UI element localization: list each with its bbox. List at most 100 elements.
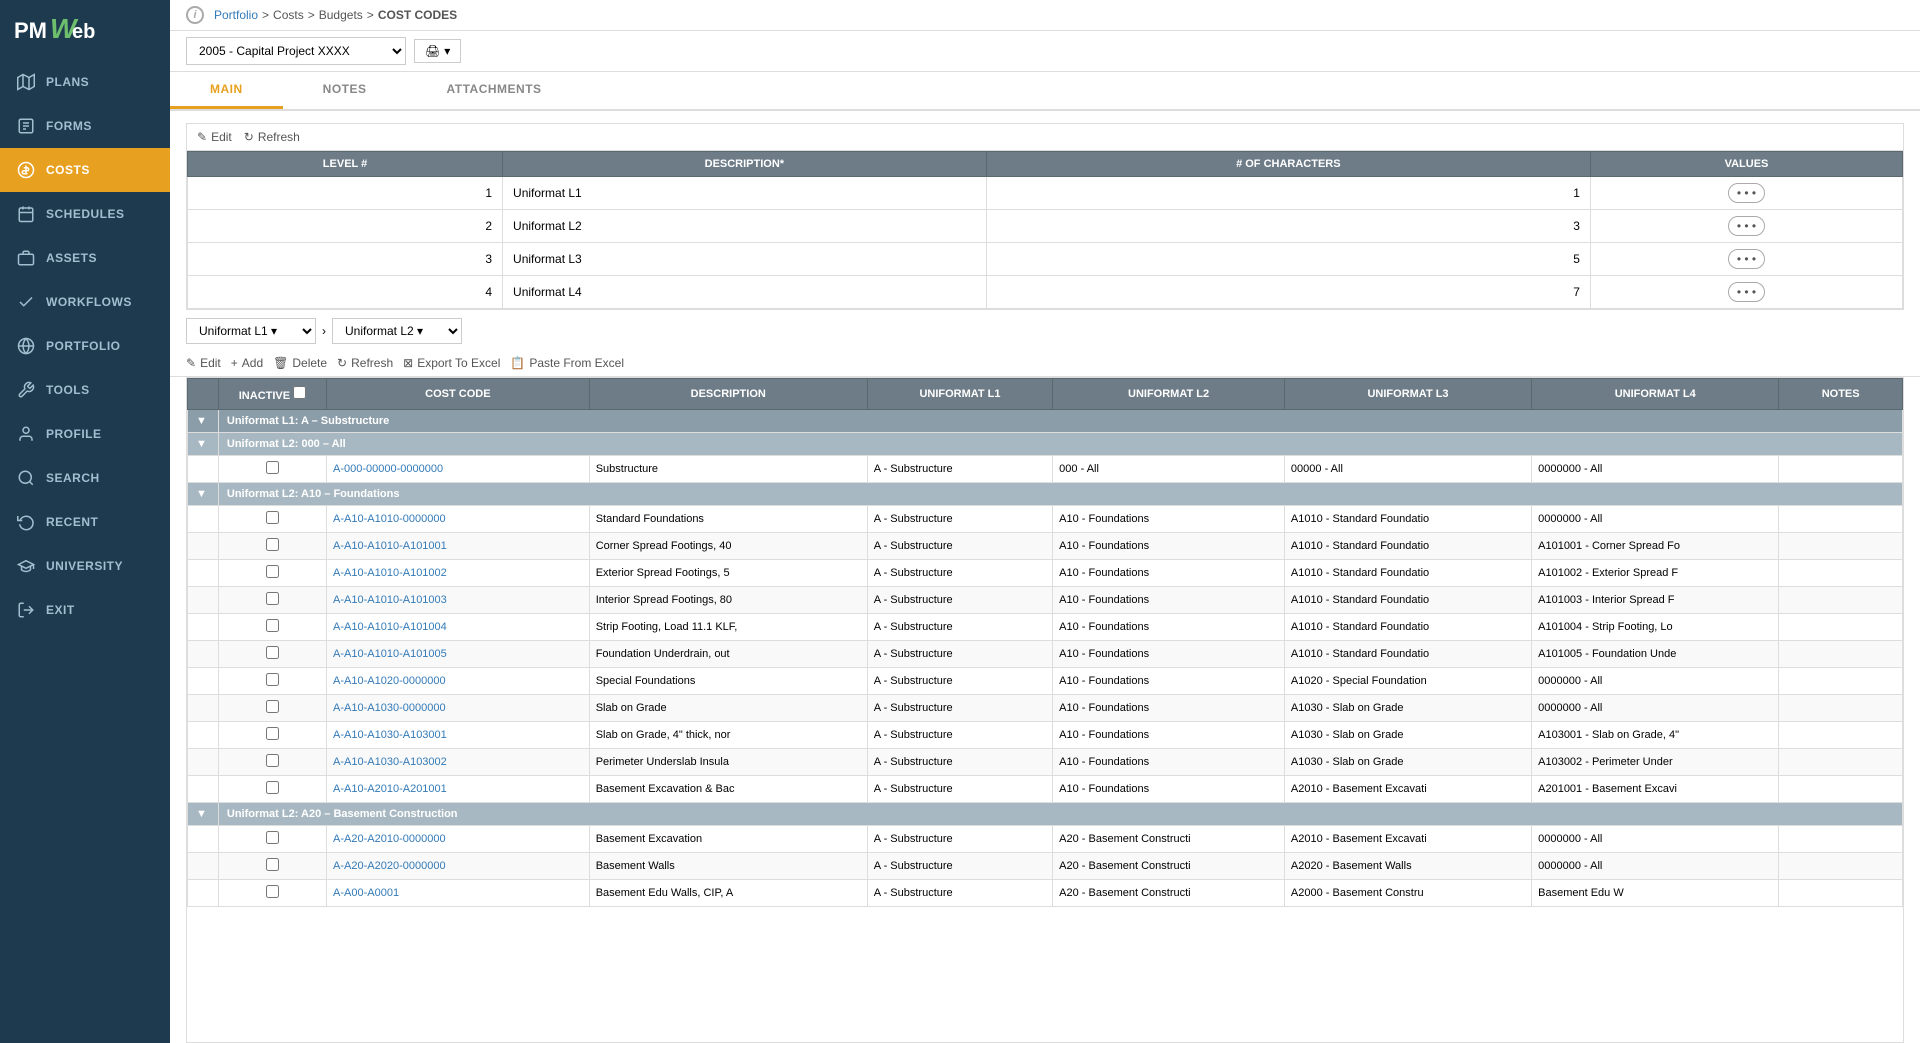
subgroup-row: ▼Uniformat L2: 000 – All [188,433,1903,456]
ellipsis-button[interactable]: • • • [1728,216,1765,236]
col-costcode-header: COST CODE [327,379,590,410]
breadcrumb-portfolio[interactable]: Portfolio [214,8,258,22]
exit-icon [16,600,36,620]
export-icon: ⊠ [403,356,413,370]
costcode-link[interactable]: A-A10-A1010-A101003 [333,594,447,606]
table-row: A-A10-A1010-A101005 Foundation Underdrai… [188,641,1903,668]
edit-grid-button[interactable]: ✎ Edit [186,356,221,370]
sidebar-item-label: PROFILE [46,427,102,441]
costcode-link[interactable]: A-000-00000-0000000 [333,463,443,475]
group-row: ▼Uniformat L1: A – Substructure [188,410,1903,433]
costcode-link[interactable]: A-A10-A1010-A101005 [333,648,447,660]
sidebar-item-tools[interactable]: TOOLS [0,368,170,412]
row-checkbox[interactable] [266,858,279,871]
col-desc-header: DESCRIPTION [589,379,867,410]
ellipsis-button[interactable]: • • • [1728,183,1765,203]
costcode-link[interactable]: A-A10-A1030-A103002 [333,756,447,768]
costcode-link[interactable]: A-A20-A2020-0000000 [333,860,446,872]
settings-toolbar: ✎ Edit ↻ Refresh [187,124,1903,151]
sidebar-item-portfolio[interactable]: PORTFOLIO [0,324,170,368]
sidebar-item-forms[interactable]: FORMS [0,104,170,148]
row-checkbox[interactable] [266,511,279,524]
table-row: A-A10-A2010-A201001 Basement Excavation … [188,776,1903,803]
select-all-checkbox[interactable] [293,386,306,399]
edit-settings-button[interactable]: ✎ Edit [197,130,232,144]
uniformat-l1-select[interactable]: Uniformat L1 ▾ [186,318,316,344]
costcode-link[interactable]: A-A10-A2010-A201001 [333,783,447,795]
sidebar-item-label: PLANS [46,75,89,89]
subgroup-row: ▼Uniformat L2: A20 – Basement Constructi… [188,803,1903,826]
add-button[interactable]: + Add [231,356,263,370]
sidebar-item-label: COSTS [46,163,90,177]
print-button[interactable]: 🖨 ▾ [414,39,461,63]
export-button[interactable]: ⊠ Export To Excel [403,356,500,370]
table-row: 4 Uniformat L4 7 • • • [188,276,1903,309]
sidebar-item-label: UNIVERSITY [46,559,123,573]
sidebar-item-recent[interactable]: RECENT [0,500,170,544]
sidebar-item-schedules[interactable]: SCHEDULES [0,192,170,236]
tabs-bar: MAIN NOTES ATTACHMENTS [170,72,1920,111]
costcode-link[interactable]: A-A10-A1010-A101002 [333,567,447,579]
costcode-link[interactable]: A-A10-A1030-A103001 [333,729,447,741]
col-values: VALUES [1590,152,1902,177]
row-checkbox[interactable] [266,619,279,632]
add-icon: + [231,356,238,370]
tab-attachments[interactable]: ATTACHMENTS [407,72,582,109]
sidebar-item-label: FORMS [46,119,92,133]
row-checkbox[interactable] [266,754,279,767]
recent-icon [16,512,36,532]
row-checkbox[interactable] [266,646,279,659]
col-uni2-header: UNIFORMAT L2 [1053,379,1285,410]
costcode-link[interactable]: A-A10-A1020-0000000 [333,675,446,687]
sidebar-item-profile[interactable]: PROFILE [0,412,170,456]
refresh-icon: ↻ [244,130,254,144]
row-checkbox[interactable] [266,461,279,474]
costcode-link[interactable]: A-A20-A2010-0000000 [333,833,446,845]
sidebar-item-university[interactable]: UNIVERSITY [0,544,170,588]
row-checkbox[interactable] [266,538,279,551]
costcode-link[interactable]: A-A10-A1010-A101001 [333,540,447,552]
table-row: A-A10-A1020-0000000 Special Foundations … [188,668,1903,695]
delete-button[interactable]: 🗑 Delete [273,356,327,370]
ellipsis-button[interactable]: • • • [1728,249,1765,269]
sidebar-item-label: RECENT [46,515,98,529]
refresh-settings-button[interactable]: ↻ Refresh [244,130,300,144]
table-row: A-000-00000-0000000 Substructure A - Sub… [188,456,1903,483]
sidebar-item-plans[interactable]: PLANS [0,60,170,104]
row-checkbox[interactable] [266,673,279,686]
paste-button[interactable]: 📋 Paste From Excel [510,356,624,370]
sidebar-item-assets[interactable]: ASSETS [0,236,170,280]
table-row: 3 Uniformat L3 5 • • • [188,243,1903,276]
sidebar-item-search[interactable]: SEARCH [0,456,170,500]
costcode-link[interactable]: A-A00-A0001 [333,887,399,899]
col-chars: # OF CHARACTERS [986,152,1590,177]
ellipsis-button[interactable]: • • • [1728,282,1765,302]
costcode-link[interactable]: A-A10-A1010-A101004 [333,621,447,633]
refresh-grid-button[interactable]: ↻ Refresh [337,356,393,370]
project-select[interactable]: 2005 - Capital Project XXXX [186,37,406,65]
grid-toolbar: ✎ Edit + Add 🗑 Delete ↻ Refresh ⊠ Export… [170,350,1920,377]
row-checkbox[interactable] [266,565,279,578]
row-checkbox[interactable] [266,700,279,713]
sidebar: PM W eb PLANS FORMS COSTS SCHEDULES ASSE… [0,0,170,1043]
row-checkbox[interactable] [266,885,279,898]
sidebar-item-exit[interactable]: EXIT [0,588,170,632]
logo: PM W eb [0,0,170,60]
print-icon: 🖨 [425,44,440,58]
sidebar-item-costs[interactable]: COSTS [0,148,170,192]
costcode-link[interactable]: A-A10-A1010-0000000 [333,513,446,525]
costcode-link[interactable]: A-A10-A1030-0000000 [333,702,446,714]
uniformat-l2-select[interactable]: Uniformat L2 ▾ [332,318,462,344]
tab-main[interactable]: MAIN [170,72,283,109]
row-checkbox[interactable] [266,592,279,605]
row-checkbox[interactable] [266,727,279,740]
sidebar-item-workflows[interactable]: WORKFLOWS [0,280,170,324]
table-row: A-A10-A1030-A103001 Slab on Grade, 4" th… [188,722,1903,749]
forms-icon [16,116,36,136]
data-grid-container: INACTIVE COST CODE DESCRIPTION UNIFORMAT… [186,377,1904,1043]
tab-notes[interactable]: NOTES [283,72,407,109]
sidebar-item-label: WORKFLOWS [46,295,132,309]
row-checkbox[interactable] [266,781,279,794]
breadcrumb: Portfolio > Costs > Budgets > COST CODES [214,8,457,22]
row-checkbox[interactable] [266,831,279,844]
